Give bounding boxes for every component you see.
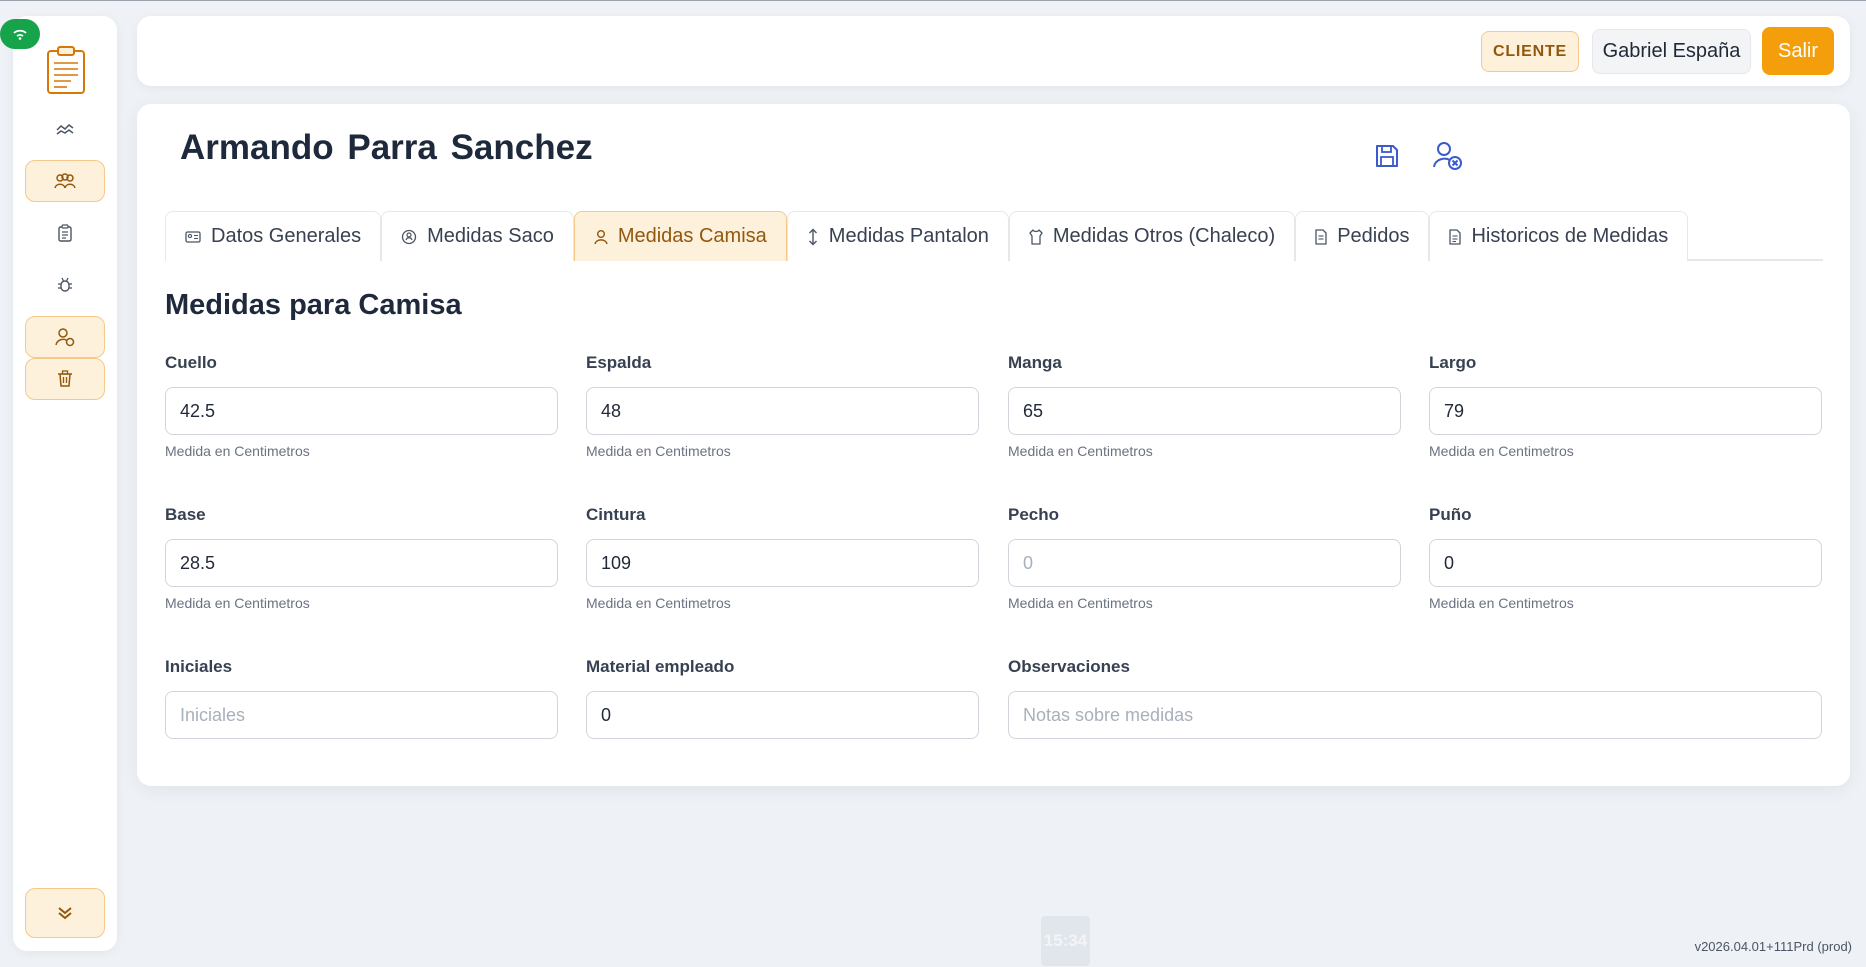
- base-input[interactable]: [165, 539, 558, 587]
- cintura-input[interactable]: [586, 539, 979, 587]
- clipboard-icon: [58, 224, 72, 242]
- tab-medidas-camisa[interactable]: Medidas Camisa: [573, 211, 787, 261]
- remove-client-button[interactable]: [1430, 138, 1466, 174]
- field-hint: Medida en Centimetros: [165, 595, 310, 611]
- chevron-double-down-icon: [58, 907, 72, 920]
- tab-label: Pedidos: [1337, 225, 1410, 247]
- tab-datos-generales[interactable]: Datos Generales: [165, 211, 382, 261]
- field-label: Cuello: [165, 353, 217, 372]
- sidebar: [13, 16, 117, 951]
- field-iniciales: Iniciales: [165, 657, 558, 739]
- field-hint: Medida en Centimetros: [1008, 595, 1153, 611]
- top-header: CLIENTE Gabriel España Salir: [137, 16, 1850, 86]
- floppy-disk-icon: [1376, 145, 1398, 167]
- user-circles-icon: [55, 328, 75, 347]
- tab-medidas-pantalon[interactable]: Medidas Pantalon: [786, 211, 1009, 261]
- wifi-icon: [13, 29, 27, 40]
- sidebar-item-dashboard[interactable]: [25, 108, 105, 150]
- user-remove-icon: [1433, 142, 1462, 170]
- sidebar-collapse-button[interactable]: [25, 888, 105, 938]
- field-manga: Manga Medida en Centimetros: [1008, 353, 1401, 459]
- tab-label: Medidas Camisa: [617, 225, 767, 247]
- field-hint: Medida en Centimetros: [1429, 443, 1574, 459]
- field-cuello: Cuello Medida en Centimetros: [165, 353, 558, 459]
- field-base: Base Medida en Centimetros: [165, 505, 558, 611]
- measurement-tabs: Datos Generales Medidas Saco Medidas Cam…: [165, 211, 1823, 261]
- window-top-border: [0, 0, 1866, 1]
- jacket-icon: [401, 229, 417, 244]
- field-hint: Medida en Centimetros: [586, 595, 731, 611]
- field-label: Material empleado: [586, 657, 735, 676]
- field-label: Espalda: [586, 353, 652, 372]
- field-label: Observaciones: [1008, 657, 1130, 676]
- clipboard-logo-icon: [47, 46, 85, 94]
- field-label: Base: [165, 505, 206, 524]
- tab-medidas-otros[interactable]: Medidas Otros (Chaleco): [1008, 211, 1296, 261]
- app-logo: [41, 36, 91, 104]
- field-label: Cintura: [586, 505, 646, 524]
- tab-label: Medidas Saco: [427, 225, 554, 247]
- field-label: Largo: [1429, 353, 1477, 372]
- section-title: Medidas para Camisa: [165, 289, 462, 321]
- tab-label: Datos Generales: [211, 225, 362, 247]
- field-cintura: Cintura Medida en Centimetros: [586, 505, 979, 611]
- id-card-icon: [185, 230, 201, 243]
- trash-icon: [58, 370, 72, 387]
- material-input[interactable]: [586, 691, 979, 739]
- client-name-title: Armando Parra Sanchez: [180, 128, 593, 167]
- sidebar-item-orders[interactable]: [25, 212, 105, 254]
- field-hint: Medida en Centimetros: [1008, 443, 1153, 459]
- field-largo: Largo Medida en Centimetros: [1429, 353, 1822, 459]
- arrows-vertical-icon: [808, 228, 817, 245]
- sidebar-item-trash[interactable]: [25, 358, 105, 400]
- version-label: v2026.04.01+111Prd (prod): [1694, 939, 1852, 954]
- tab-label: Historicos de Medidas: [1471, 225, 1669, 247]
- field-hint: Medida en Centimetros: [165, 443, 310, 459]
- field-label: Manga: [1008, 353, 1062, 372]
- observaciones-input[interactable]: [1008, 691, 1822, 739]
- logout-button[interactable]: Salir: [1762, 27, 1834, 75]
- field-label: Pecho: [1008, 505, 1060, 524]
- tab-label: Medidas Otros (Chaleco): [1052, 225, 1276, 247]
- field-espalda: Espalda Medida en Centimetros: [586, 353, 979, 459]
- puno-input[interactable]: [1429, 539, 1822, 587]
- tab-pedidos[interactable]: Pedidos: [1295, 211, 1430, 261]
- field-pecho: Pecho Medida en Centimetros: [1008, 505, 1401, 611]
- users-group-icon: [54, 173, 76, 189]
- pecho-input[interactable]: [1008, 539, 1401, 587]
- field-hint: Medida en Centimetros: [586, 443, 731, 459]
- field-label: Iniciales: [165, 657, 233, 676]
- clock-overlay: 15:34: [1041, 916, 1090, 966]
- sidebar-item-clients[interactable]: [25, 160, 105, 202]
- field-puno: Puño Medida en Centimetros: [1429, 505, 1822, 611]
- cuello-input[interactable]: [165, 387, 558, 435]
- espalda-input[interactable]: [586, 387, 979, 435]
- role-badge: CLIENTE: [1481, 31, 1579, 72]
- shirt-icon: [1029, 228, 1043, 245]
- field-hint: Medida en Centimetros: [1429, 595, 1574, 611]
- tab-historicos-de-medidas[interactable]: Historicos de Medidas: [1429, 211, 1689, 261]
- sidebar-item-client-detail[interactable]: [25, 316, 105, 358]
- file-icon: [1315, 228, 1327, 245]
- field-observaciones: Observaciones: [1008, 657, 1822, 739]
- iniciales-input[interactable]: [165, 691, 558, 739]
- largo-input[interactable]: [1429, 387, 1822, 435]
- user-name-chip[interactable]: Gabriel España: [1592, 29, 1751, 74]
- tab-medidas-saco[interactable]: Medidas Saco: [381, 211, 574, 261]
- sidebar-item-debug[interactable]: [25, 264, 105, 306]
- field-material: Material empleado: [586, 657, 979, 739]
- connection-status-badge: [0, 19, 40, 49]
- manga-input[interactable]: [1008, 387, 1401, 435]
- tab-label: Medidas Pantalon: [828, 225, 989, 247]
- field-label: Puño: [1429, 505, 1472, 524]
- chart-line-icon: [56, 124, 74, 135]
- client-measurements-card: Armando Parra Sanchez Datos Generales Me…: [137, 104, 1850, 786]
- save-button[interactable]: [1369, 138, 1405, 174]
- user-icon: [594, 229, 608, 244]
- bug-icon: [58, 277, 72, 292]
- file-text-icon: [1449, 228, 1462, 245]
